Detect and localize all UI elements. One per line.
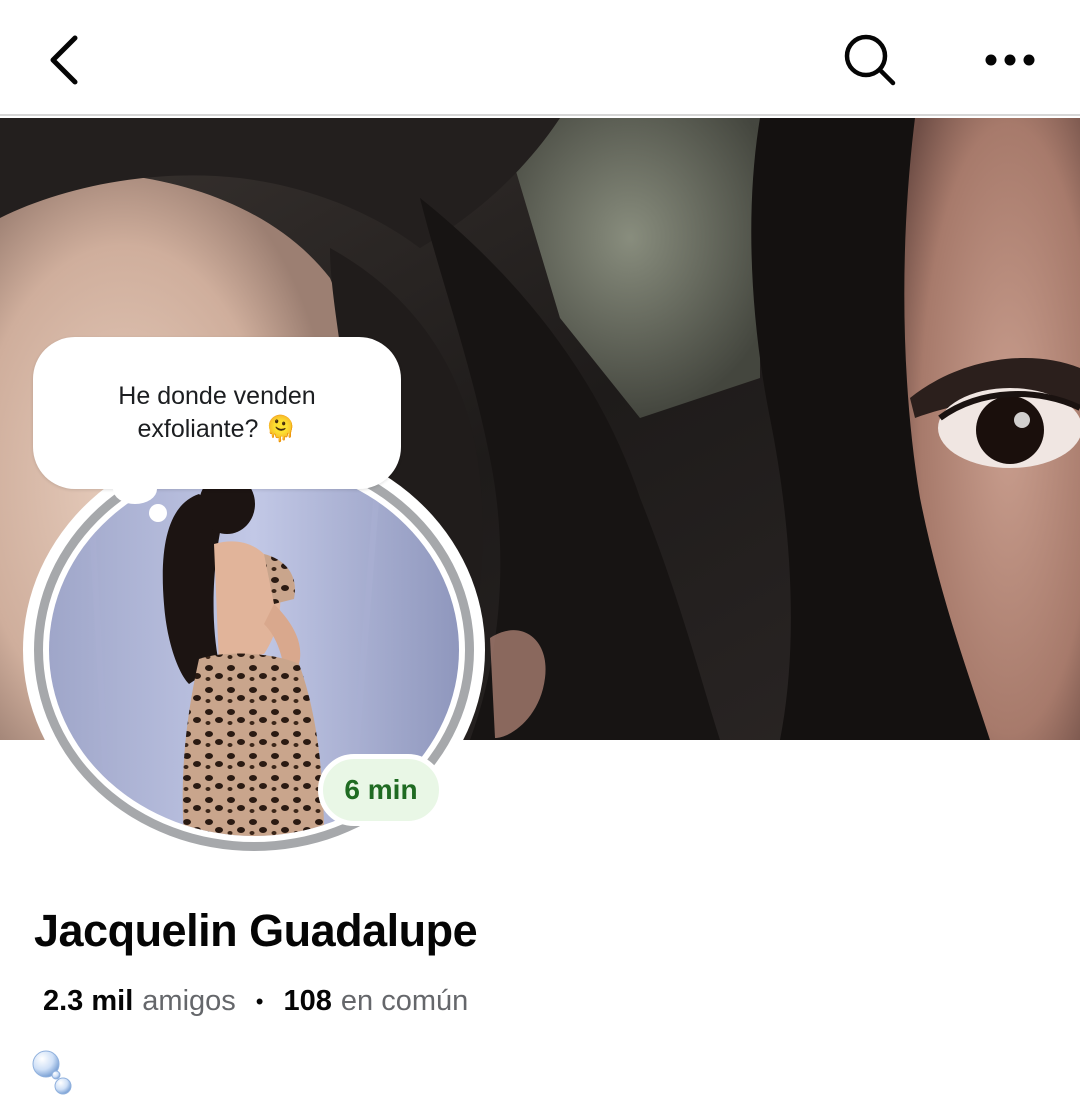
more-options-button[interactable]: [970, 25, 1050, 95]
note-bubble[interactable]: He donde venden exfoliante? 🫠: [33, 337, 401, 489]
mutual-friends-count: 108: [283, 985, 332, 1017]
note-text-line-2: exfoliante? 🫠: [137, 413, 296, 446]
friends-count: 2.3 mil: [43, 985, 134, 1017]
back-button[interactable]: [30, 25, 100, 95]
active-status-badge: 6 min: [318, 754, 444, 826]
note-text-line-1: He donde venden: [118, 382, 316, 410]
friends-summary[interactable]: 2.3 mil amigos • 108 en común: [43, 985, 468, 1018]
active-status-text: 6 min: [344, 774, 418, 805]
note-emoji: 🫠: [265, 415, 297, 443]
search-button[interactable]: [830, 25, 910, 95]
note-text: exfoliante?: [137, 415, 259, 443]
top-navigation-bar: [0, 0, 1080, 116]
search-icon: [844, 34, 896, 86]
profile-name: Jacquelin Guadalupe: [34, 905, 478, 956]
more-horizontal-icon: [985, 54, 1035, 66]
mutual-friends-label: en común: [340, 985, 469, 1017]
bubbles-icon: [30, 1048, 80, 1098]
note-bubble-tail-large: [113, 474, 157, 504]
friends-label: amigos: [142, 985, 236, 1017]
chevron-left-icon: [50, 35, 78, 85]
note-bubble-tail-small: [149, 504, 167, 522]
separator-dot: •: [255, 988, 264, 1014]
